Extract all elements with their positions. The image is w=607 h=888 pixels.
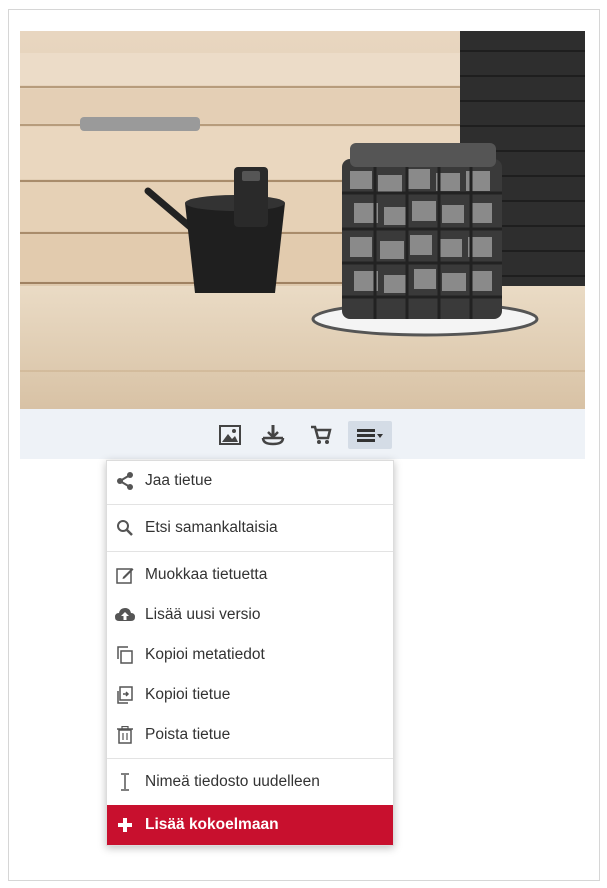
more-menu-button[interactable] — [348, 421, 392, 449]
duplicate-record-icon — [115, 685, 135, 705]
menu-item-rename[interactable]: Nimeä tiedosto uudelleen — [107, 762, 393, 802]
menu-item-label: Etsi samankaltaisia — [145, 519, 278, 536]
menu-item-label: Kopioi tietue — [145, 686, 231, 703]
image-icon — [219, 425, 241, 445]
menu-divider — [107, 504, 393, 505]
asset-thumbnail[interactable] — [20, 31, 585, 409]
asset-toolbar — [20, 409, 585, 459]
menu-item-label: Muokkaa tietuetta — [145, 566, 268, 583]
menu-item-copy-metadata[interactable]: Kopioi metatiedot — [107, 635, 393, 675]
preview-button[interactable] — [215, 421, 245, 449]
trash-icon — [115, 725, 135, 745]
plus-icon — [115, 815, 135, 835]
search-icon — [115, 518, 135, 538]
menu-item-find-similar[interactable]: Etsi samankaltaisia — [107, 508, 393, 548]
menu-item-delete[interactable]: Poista tietue — [107, 715, 393, 755]
menu-item-share[interactable]: Jaa tietue — [107, 461, 393, 501]
cloud-upload-icon — [115, 605, 135, 625]
menu-item-label: Lisää uusi versio — [145, 606, 261, 623]
menu-item-add-to-collection[interactable]: Lisää kokoelmaan — [107, 805, 393, 845]
actions-dropdown-menu: Jaa tietue Etsi samankaltaisia Muokkaa t… — [106, 460, 394, 846]
download-button[interactable] — [258, 421, 288, 449]
menu-item-edit[interactable]: Muokkaa tietuetta — [107, 555, 393, 595]
menu-item-label: Kopioi metatiedot — [145, 646, 265, 663]
menu-divider — [107, 551, 393, 552]
menu-item-label: Poista tietue — [145, 726, 231, 743]
menu-dropdown-icon — [357, 429, 383, 442]
cart-icon — [311, 425, 332, 444]
menu-item-label: Jaa tietue — [145, 472, 213, 489]
copy-icon — [115, 645, 135, 665]
download-icon — [261, 425, 285, 446]
share-icon — [115, 471, 135, 491]
menu-item-label: Lisää kokoelmaan — [145, 816, 279, 833]
menu-item-label: Nimeä tiedosto uudelleen — [145, 773, 320, 790]
menu-item-copy-record[interactable]: Kopioi tietue — [107, 675, 393, 715]
menu-item-new-version[interactable]: Lisää uusi versio — [107, 595, 393, 635]
sauna-photo — [20, 31, 585, 409]
edit-icon — [115, 565, 135, 585]
text-cursor-icon — [115, 772, 135, 792]
menu-divider — [107, 758, 393, 759]
cart-button[interactable] — [306, 421, 336, 449]
